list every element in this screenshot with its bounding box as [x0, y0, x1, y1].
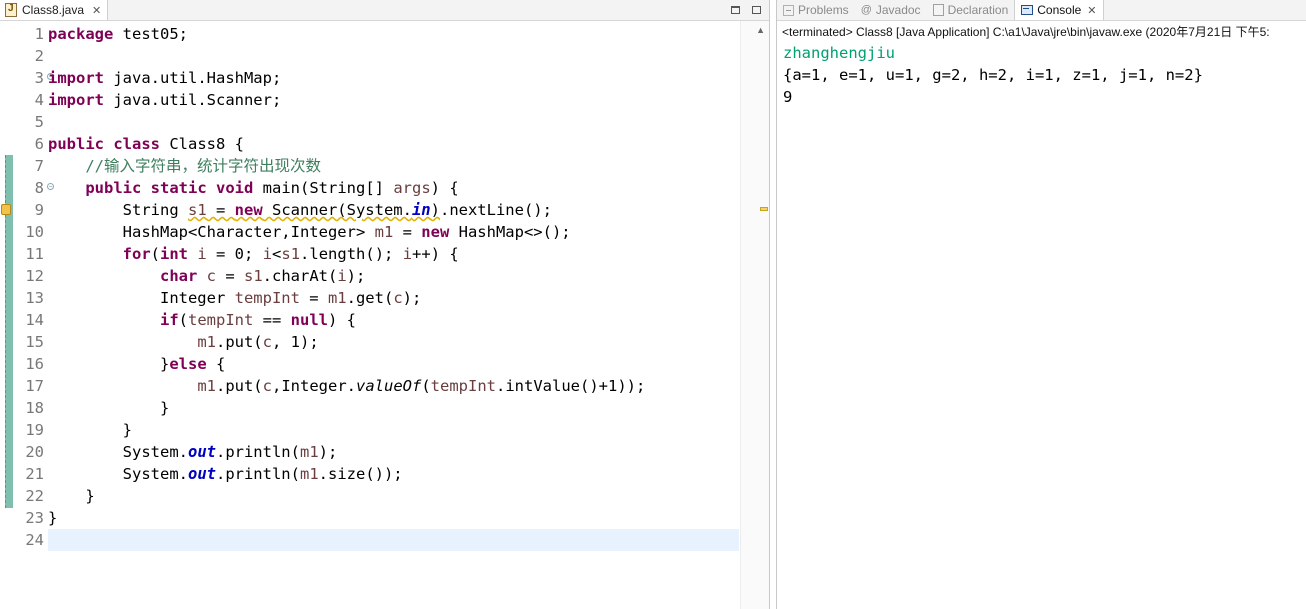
line-number: 9: [34, 201, 44, 219]
line-number: 24: [25, 531, 44, 549]
code-area[interactable]: package test05; import java.util.HashMap…: [48, 23, 739, 551]
console-status: <terminated> Class8 [Java Application] C…: [782, 25, 1270, 39]
line-number: 18: [25, 399, 44, 417]
line-number: 13: [25, 289, 44, 307]
code-line[interactable]: public static void main(String[] args) {: [48, 177, 739, 199]
code-line[interactable]: [48, 45, 739, 67]
code-line[interactable]: if(tempInt == null) {: [48, 309, 739, 331]
code-line[interactable]: System.out.println(m1);: [48, 441, 739, 463]
code-line[interactable]: HashMap<Character,Integer> m1 = new Hash…: [48, 221, 739, 243]
line-number: 20: [25, 443, 44, 461]
code-line[interactable]: import java.util.Scanner;: [48, 89, 739, 111]
editor-tab-bar: Class8.java ✕: [0, 0, 769, 21]
console-input-line: zhanghengjiu: [783, 44, 895, 62]
console-pane: Problems @ Javadoc Declaration Console ✕…: [776, 0, 1306, 609]
editor-window-controls: [731, 0, 761, 20]
line-number: 23: [25, 509, 44, 527]
java-file-icon: [5, 3, 17, 17]
line-number: 5: [34, 113, 44, 131]
line-number: 15: [25, 333, 44, 351]
console-tab-bar: Problems @ Javadoc Declaration Console ✕: [777, 0, 1306, 21]
line-number: 16: [25, 355, 44, 373]
maximize-icon[interactable]: [752, 6, 761, 14]
line-number: 2: [34, 47, 44, 65]
line-number: 21: [25, 465, 44, 483]
tab-problems-label: Problems: [798, 3, 849, 17]
tab-console[interactable]: Console ✕: [1014, 0, 1104, 20]
code-line[interactable]: }: [48, 419, 739, 441]
close-icon[interactable]: ✕: [92, 4, 101, 17]
code-line[interactable]: [48, 111, 739, 133]
code-line[interactable]: public class Class8 {: [48, 133, 739, 155]
code-line[interactable]: //输入字符串，统计字符出现次数: [48, 155, 739, 177]
tab-console-label: Console: [1037, 3, 1082, 17]
scroll-up-icon[interactable]: ▲: [756, 25, 765, 35]
tab-problems[interactable]: Problems: [777, 0, 855, 20]
console-output-line: 9: [783, 88, 793, 106]
line-number: 4: [34, 91, 44, 109]
tab-javadoc-label: Javadoc: [875, 3, 921, 17]
line-number: 22: [25, 487, 44, 505]
code-line[interactable]: }: [48, 485, 739, 507]
line-number: 7: [34, 157, 44, 175]
minimize-icon[interactable]: [731, 6, 740, 14]
code-line[interactable]: Integer tempInt = m1.get(c);: [48, 287, 739, 309]
problems-icon: [783, 4, 794, 16]
at-icon: @: [860, 4, 872, 16]
tab-class8-java[interactable]: Class8.java ✕: [0, 0, 109, 20]
code-line[interactable]: }: [48, 507, 739, 529]
code-line[interactable]: m1.put(c, 1);: [48, 331, 739, 353]
code-line[interactable]: [48, 529, 739, 551]
editor-pane: Class8.java ✕ 123−45678−9101112131415161…: [0, 0, 770, 609]
line-number: 3−: [34, 69, 54, 87]
line-number: 14: [25, 311, 44, 329]
tab-label: Class8.java: [22, 3, 85, 17]
line-number: 6: [34, 135, 44, 153]
code-line[interactable]: m1.put(c,Integer.valueOf(tempInt.intValu…: [48, 375, 739, 397]
line-number: 17: [25, 377, 44, 395]
overview-ruler[interactable]: ▲: [740, 21, 769, 609]
close-icon[interactable]: ✕: [1087, 4, 1096, 17]
code-line[interactable]: char c = s1.charAt(i);: [48, 265, 739, 287]
tab-declaration[interactable]: Declaration: [927, 0, 1015, 20]
code-line[interactable]: }else {: [48, 353, 739, 375]
code-line[interactable]: System.out.println(m1.size());: [48, 463, 739, 485]
line-number: 1: [34, 25, 44, 43]
code-line[interactable]: for(int i = 0; i<s1.length(); i++) {: [48, 243, 739, 265]
tab-javadoc[interactable]: @ Javadoc: [855, 0, 927, 20]
line-number-gutter: 1 2 3−4 5 6 7 8−9 10 11 12 13 14 15 16 17 18 19 20 21 22 23 2…: [12, 23, 54, 551]
line-number: 11: [25, 245, 44, 263]
code-line[interactable]: package test05;: [48, 23, 739, 45]
line-number: 19: [25, 421, 44, 439]
console-output[interactable]: zhanghengjiu {a=1, e=1, u=1, g=2, h=2, i…: [783, 42, 1203, 108]
console-icon: [1021, 5, 1034, 15]
code-line[interactable]: import java.util.HashMap;: [48, 67, 739, 89]
line-number: 10: [25, 223, 44, 241]
line-number: 8−: [34, 179, 54, 197]
line-number: 12: [25, 267, 44, 285]
warning-icon[interactable]: [1, 204, 11, 215]
tab-declaration-label: Declaration: [947, 3, 1009, 17]
warning-overview-marker[interactable]: [760, 207, 768, 211]
code-line[interactable]: String s1 = new Scanner(System.in).nextL…: [48, 199, 739, 221]
declaration-icon: [932, 4, 944, 16]
console-output-line: {a=1, e=1, u=1, g=2, h=2, i=1, z=1, j=1,…: [783, 66, 1203, 84]
code-line[interactable]: }: [48, 397, 739, 419]
